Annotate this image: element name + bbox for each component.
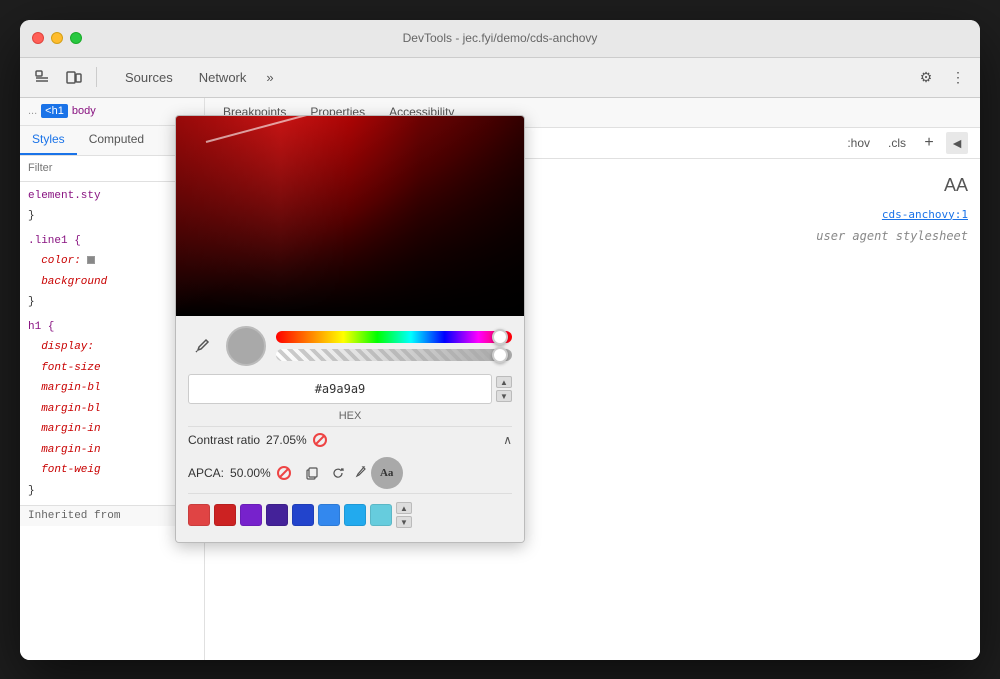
tab-more[interactable]: » [260, 66, 279, 89]
swatch-red[interactable] [188, 504, 210, 526]
devtools-body: Sources Network » ⚙ ⋮ ... <h1 body [20, 58, 980, 660]
main-content: ... <h1 body Styles Computed element.sty [20, 98, 980, 660]
hex-label: HEX [188, 410, 512, 422]
opacity-slider[interactable] [276, 349, 512, 361]
color-gradient[interactable] [176, 116, 524, 316]
inspector-button[interactable] [28, 63, 56, 91]
hex-decrement-button[interactable]: ▼ [496, 390, 512, 402]
aa-badge: Aa [371, 457, 403, 489]
breadcrumb-dots: ... [28, 105, 37, 117]
swatch-row: ▲ ▼ [188, 493, 512, 532]
cls-button[interactable]: .cls [882, 134, 912, 152]
traffic-lights [32, 32, 82, 44]
swatch-dark-purple[interactable] [266, 504, 288, 526]
apca-fail-icon [277, 466, 291, 480]
swatch-sky-blue[interactable] [344, 504, 366, 526]
swatch-arrows: ▲ ▼ [396, 502, 412, 528]
sliders-container [276, 331, 512, 361]
swatch-light-blue[interactable] [318, 504, 340, 526]
new-rule-button[interactable]: ◄ [946, 132, 968, 154]
controls-row [188, 326, 512, 366]
top-toolbar: Sources Network » ⚙ ⋮ [20, 58, 980, 98]
contrast-value: 27.05% [266, 433, 307, 447]
contrast-label: Contrast ratio [188, 433, 260, 447]
swatch-dark-red[interactable] [214, 504, 236, 526]
copy-button[interactable] [301, 462, 323, 484]
hex-input[interactable] [188, 374, 492, 404]
apca-icons: Aa [301, 457, 403, 489]
close-button[interactable] [32, 32, 44, 44]
maximize-button[interactable] [70, 32, 82, 44]
tab-network[interactable]: Network [187, 64, 259, 91]
breadcrumb-body[interactable]: body [72, 105, 96, 117]
color-picker-popup: ▲ ▼ HEX Contrast ratio 27.05% ∧ AP [175, 115, 525, 543]
apca-row: APCA: 50.00% [188, 453, 512, 493]
css-selector: element.sty [28, 190, 101, 202]
breadcrumb-h1[interactable]: <h1 [41, 104, 68, 118]
swatch-cyan[interactable] [370, 504, 392, 526]
swatch-down-button[interactable]: ▼ [396, 516, 412, 528]
eyedropper-button[interactable] [188, 332, 216, 360]
apca-value: 50.00% [230, 466, 271, 480]
swatch-up-button[interactable]: ▲ [396, 502, 412, 514]
hex-increment-button[interactable]: ▲ [496, 376, 512, 388]
swatch-purple[interactable] [240, 504, 262, 526]
apca-label: APCA: [188, 466, 224, 480]
h1-selector: h1 { [28, 321, 54, 333]
color-preview-circle [226, 326, 266, 366]
filter-input[interactable] [28, 162, 196, 174]
toolbar-right: ⚙ ⋮ [912, 63, 972, 91]
tab-styles[interactable]: Styles [20, 126, 77, 155]
gradient-overlay [176, 116, 524, 316]
devtools-window: DevTools - jec.fyi/demo/cds-anchovy [20, 20, 980, 660]
hue-thumb[interactable] [492, 329, 508, 345]
device-button[interactable] [60, 63, 88, 91]
opacity-thumb[interactable] [492, 347, 508, 363]
refresh-button[interactable] [327, 462, 349, 484]
minimize-button[interactable] [51, 32, 63, 44]
swatch-blue[interactable] [292, 504, 314, 526]
contrast-fail-icon [313, 433, 327, 447]
tab-computed[interactable]: Computed [77, 126, 156, 155]
input-arrows: ▲ ▼ [496, 376, 512, 402]
color-swatch[interactable] [87, 256, 95, 264]
contrast-row: Contrast ratio 27.05% ∧ [188, 426, 512, 453]
line1-selector: .line1 { [28, 235, 81, 247]
more-options-button[interactable]: ⋮ [944, 63, 972, 91]
tab-bar: Sources Network » [105, 64, 908, 91]
settings-button[interactable]: ⚙ [912, 63, 940, 91]
hue-slider[interactable] [276, 331, 512, 343]
separator [96, 67, 97, 87]
color-controls: ▲ ▼ HEX Contrast ratio 27.05% ∧ AP [176, 316, 524, 542]
titlebar: DevTools - jec.fyi/demo/cds-anchovy [20, 20, 980, 58]
apca-eyedropper-button[interactable] [353, 465, 367, 482]
hov-button[interactable]: :hov [841, 134, 876, 152]
contrast-expand-button[interactable]: ∧ [503, 433, 512, 447]
tab-sources[interactable]: Sources [113, 64, 185, 91]
plus-button[interactable]: + [918, 132, 940, 154]
hex-input-row: ▲ ▼ [188, 374, 512, 404]
window-title: DevTools - jec.fyi/demo/cds-anchovy [403, 31, 598, 45]
